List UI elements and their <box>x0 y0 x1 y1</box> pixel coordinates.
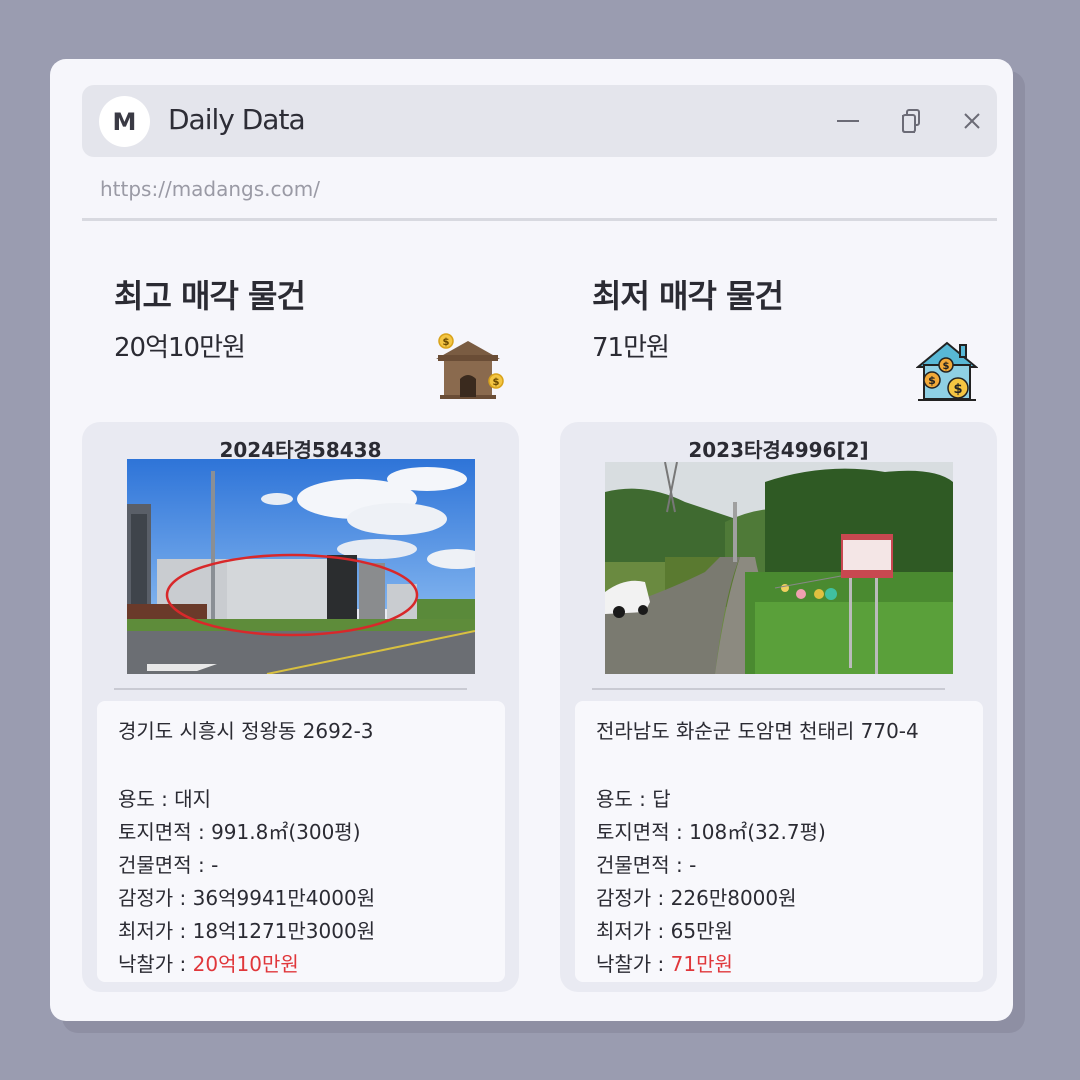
property-photo[interactable] <box>605 462 953 674</box>
house-coins-icon: $ $ $ <box>916 341 978 401</box>
spec-land-area: 토지면적 : 991.8㎡(300평) <box>118 820 361 844</box>
close-button[interactable] <box>956 105 988 137</box>
property-address: 경기도 시흥시 정왕동 2692-3 <box>118 719 374 743</box>
copy-button[interactable] <box>895 105 927 137</box>
lowest-heading: 최저 매각 물건 <box>592 277 784 315</box>
property-address: 전라남도 화순군 도암면 천태리 770-4 <box>596 719 919 743</box>
spec-minimum-price: 최저가 : 18억1271만3000원 <box>118 919 376 943</box>
title-bar: M Daily Data <box>82 85 997 157</box>
spec-building-area: 건물면적 : - <box>118 853 219 877</box>
header-divider <box>82 218 997 221</box>
property-photo-image <box>605 462 953 674</box>
property-photo[interactable] <box>127 459 475 674</box>
card-divider <box>592 688 945 690</box>
avatar[interactable]: M <box>99 96 150 147</box>
lowest-amount: 71만원 <box>592 333 670 363</box>
spec-appraisal: 감정가 : 36억9941만4000원 <box>118 886 376 910</box>
property-photo-image <box>127 459 475 674</box>
property-info: 경기도 시흥시 정왕동 2692-3 용도 : 대지 토지면적 : 991.8㎡… <box>97 701 505 982</box>
spec-land-area: 토지면적 : 108㎡(32.7평) <box>596 820 826 844</box>
app-window: M Daily Data https://madangs.com/ 최고 매각 … <box>50 59 1013 1021</box>
spec-usage: 용도 : 대지 <box>118 787 212 811</box>
case-number[interactable]: 2023타경4996[2] <box>560 434 997 463</box>
house-money-icon: $ $ <box>436 333 504 399</box>
highest-amount: 20억10만원 <box>114 333 246 363</box>
svg-text:$: $ <box>953 382 962 397</box>
svg-text:$: $ <box>943 361 950 372</box>
svg-text:$: $ <box>493 377 500 388</box>
highest-heading: 최고 매각 물건 <box>114 277 306 315</box>
card-divider <box>114 688 467 690</box>
svg-text:$: $ <box>443 337 450 348</box>
spec-winning-bid: 낙찰가 : 20억10만원 <box>118 952 299 976</box>
lowest-card[interactable]: 2023타경4996[2] 전라남도 화순군 도암면 천태리 770-4 용도 … <box>560 422 997 992</box>
spec-building-area: 건물면적 : - <box>596 853 697 877</box>
spec-minimum-price: 최저가 : 65만원 <box>596 919 733 943</box>
app-title: Daily Data <box>168 103 306 136</box>
spec-winning-bid: 낙찰가 : 71만원 <box>596 952 733 976</box>
spec-usage: 용도 : 답 <box>596 787 671 811</box>
spec-appraisal: 감정가 : 226만8000원 <box>596 886 797 910</box>
close-icon <box>964 113 980 129</box>
highest-card[interactable]: 2024타경58438 경기도 시흥시 정왕동 2692-3 용도: 대지 토… <box>82 422 519 992</box>
copy-icon <box>902 109 920 133</box>
minimize-icon <box>837 120 859 122</box>
url-text[interactable]: https://madangs.com/ <box>100 177 320 201</box>
minimize-button[interactable] <box>832 105 864 137</box>
svg-text:$: $ <box>928 374 936 387</box>
property-info: 전라남도 화순군 도암면 천태리 770-4 용도 : 답 토지면적 : 108… <box>575 701 983 982</box>
